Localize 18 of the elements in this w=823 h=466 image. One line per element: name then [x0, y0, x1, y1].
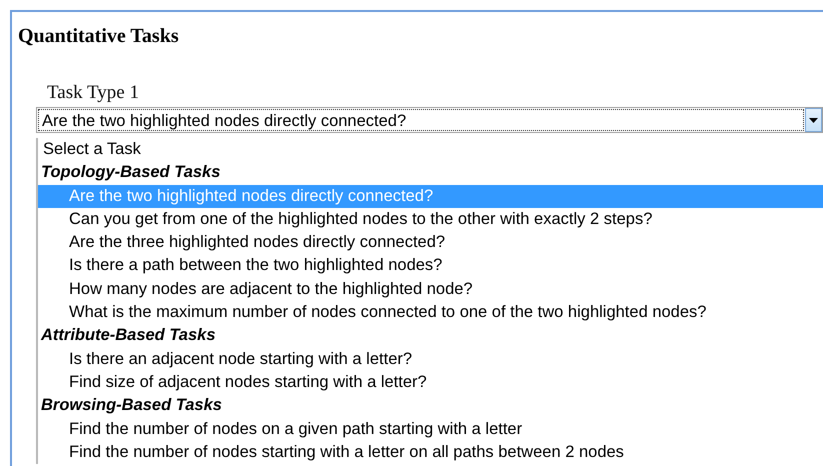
- option-group-header: Browsing-Based Tasks: [40, 395, 223, 416]
- dropdown-option[interactable]: Find the number of nodes on a given path starting with a letter: [38, 418, 823, 441]
- caret-icon: [809, 118, 818, 122]
- panel-title: Quantitative Tasks: [18, 24, 180, 48]
- dropdown-option[interactable]: Is there a path between the two highlighted nodes?: [38, 254, 823, 278]
- task-select[interactable]: Are the two highlighted nodes directly connected?: [36, 107, 823, 133]
- dropdown-option[interactable]: Select a Task: [38, 138, 823, 162]
- dropdown-option[interactable]: How many nodes are adjacent to the highlighted node?: [38, 278, 823, 302]
- dropdown-option[interactable]: Are the three highlighted nodes directly connected?: [38, 231, 823, 254]
- field-label: Task Type 1: [47, 82, 140, 104]
- dropdown-option[interactable]: Can you get from one of the highlighted nodes to the other with exactly 2 steps?: [38, 208, 823, 232]
- option-group-header: Attribute-Based Tasks: [40, 325, 217, 346]
- dropdown-option[interactable]: Find size of adjacent nodes starting with a letter?: [38, 370, 823, 394]
- dropdown-option[interactable]: What is the maximum number of nodes connected to one of the two highlighted nodes?: [38, 301, 823, 324]
- dropdown-option[interactable]: Find the number of nodes starting with a letter on all paths between 2 nodes: [38, 440, 823, 464]
- dropdown-button[interactable]: [805, 108, 822, 132]
- dropdown-option[interactable]: Is there an adjacent node starting with a letter?: [38, 348, 823, 371]
- option-group-header: Topology-Based Tasks: [40, 162, 222, 184]
